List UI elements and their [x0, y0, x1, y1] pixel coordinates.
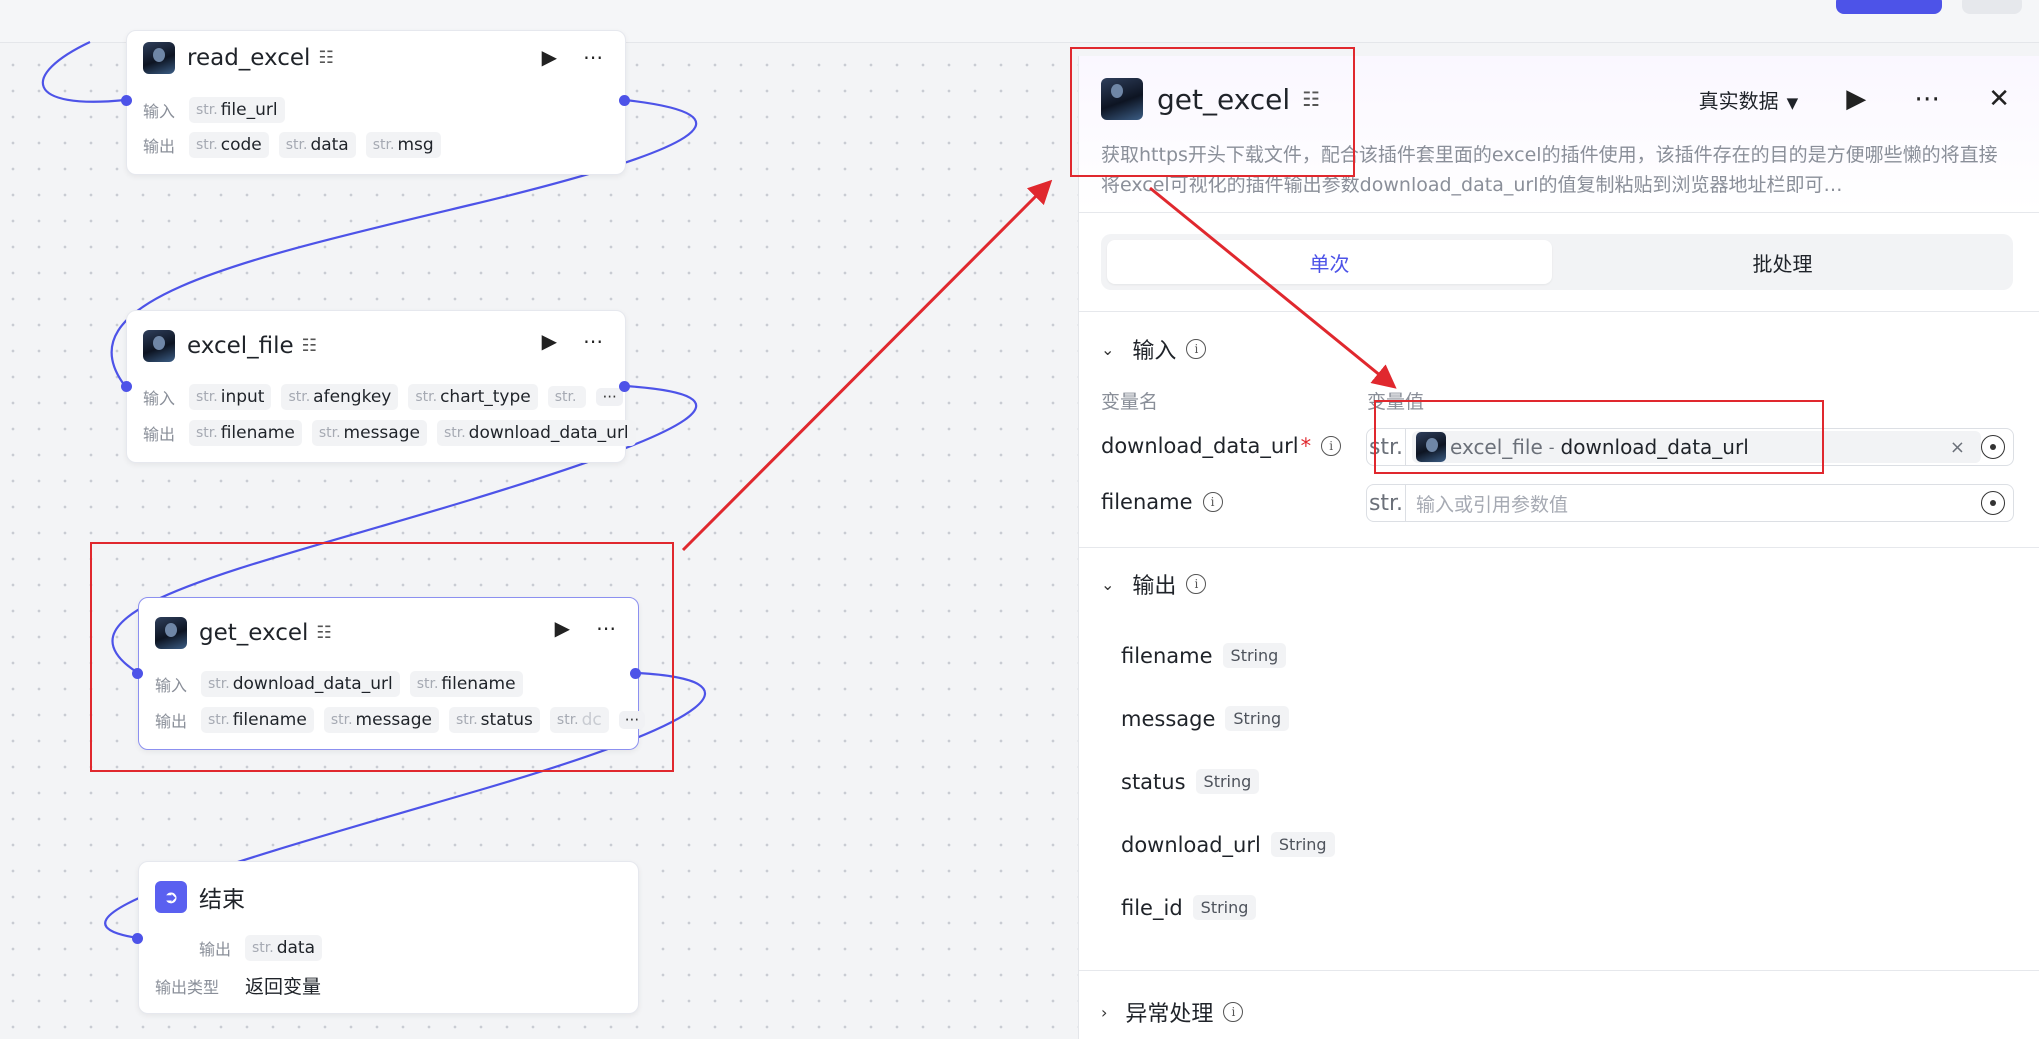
annotation-arrow	[1149, 186, 1397, 389]
annotation-arrows	[681, 179, 1397, 552]
annotation-arrow	[681, 179, 1053, 552]
